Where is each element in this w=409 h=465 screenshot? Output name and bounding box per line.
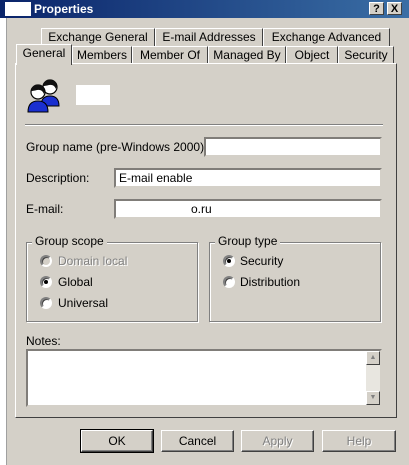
group-type-legend: Group type <box>215 234 281 248</box>
title-redacted-name <box>5 2 31 16</box>
tab-member-of[interactable]: Member Of <box>132 46 208 64</box>
scroll-down-icon[interactable]: ▼ <box>366 391 380 405</box>
window-title: Properties <box>34 2 94 16</box>
global-label[interactable]: Global <box>58 275 93 289</box>
title-bar: Properties ? X <box>0 0 409 18</box>
pre2000-name-redacted <box>206 139 234 155</box>
apply-button[interactable]: Apply <box>241 430 314 452</box>
radio-domain-local <box>40 255 52 267</box>
description-label: Description: <box>26 171 90 185</box>
tab-members[interactable]: Members <box>72 46 132 64</box>
tab-managed-by[interactable]: Managed By <box>208 46 286 64</box>
tab-exchange-advanced[interactable]: Exchange Advanced <box>263 28 390 46</box>
radio-security[interactable] <box>223 255 235 267</box>
universal-label[interactable]: Universal <box>58 296 108 310</box>
radio-universal[interactable] <box>40 297 52 309</box>
tab-security[interactable]: Security <box>338 46 394 64</box>
notes-textarea[interactable]: ▲ ▼ <box>26 349 382 407</box>
general-tab-panel: Group name (pre-Windows 2000): Descripti… <box>15 63 397 418</box>
separator <box>25 124 383 126</box>
notes-scrollbar[interactable]: ▲ ▼ <box>366 351 380 405</box>
description-input[interactable]: E-mail enable <box>114 168 382 188</box>
group-users-icon <box>25 78 63 114</box>
security-label[interactable]: Security <box>240 254 283 268</box>
tab-email-addresses[interactable]: E-mail Addresses <box>155 28 263 46</box>
scroll-up-icon[interactable]: ▲ <box>366 351 380 365</box>
group-name-redacted <box>76 85 110 105</box>
tab-general[interactable]: General <box>16 44 72 65</box>
distribution-label[interactable]: Distribution <box>240 275 300 289</box>
help-button[interactable]: Help <box>322 430 396 452</box>
background-window-strip <box>0 0 7 465</box>
group-scope-legend: Group scope <box>32 234 107 248</box>
domain-local-label: Domain local <box>58 254 128 268</box>
notes-label: Notes: <box>26 334 61 348</box>
email-label: E-mail: <box>26 202 64 216</box>
help-title-button[interactable]: ? <box>369 2 384 15</box>
close-title-button[interactable]: X <box>387 2 402 15</box>
email-input[interactable]: o.ru <box>114 199 382 219</box>
radio-global[interactable] <box>40 276 52 288</box>
cancel-button[interactable]: Cancel <box>161 430 234 452</box>
radio-distribution[interactable] <box>223 276 235 288</box>
tab-object[interactable]: Object <box>286 46 338 64</box>
ok-button[interactable]: OK <box>80 429 154 453</box>
pre2000-name-label: Group name (pre-Windows 2000): <box>26 140 208 154</box>
